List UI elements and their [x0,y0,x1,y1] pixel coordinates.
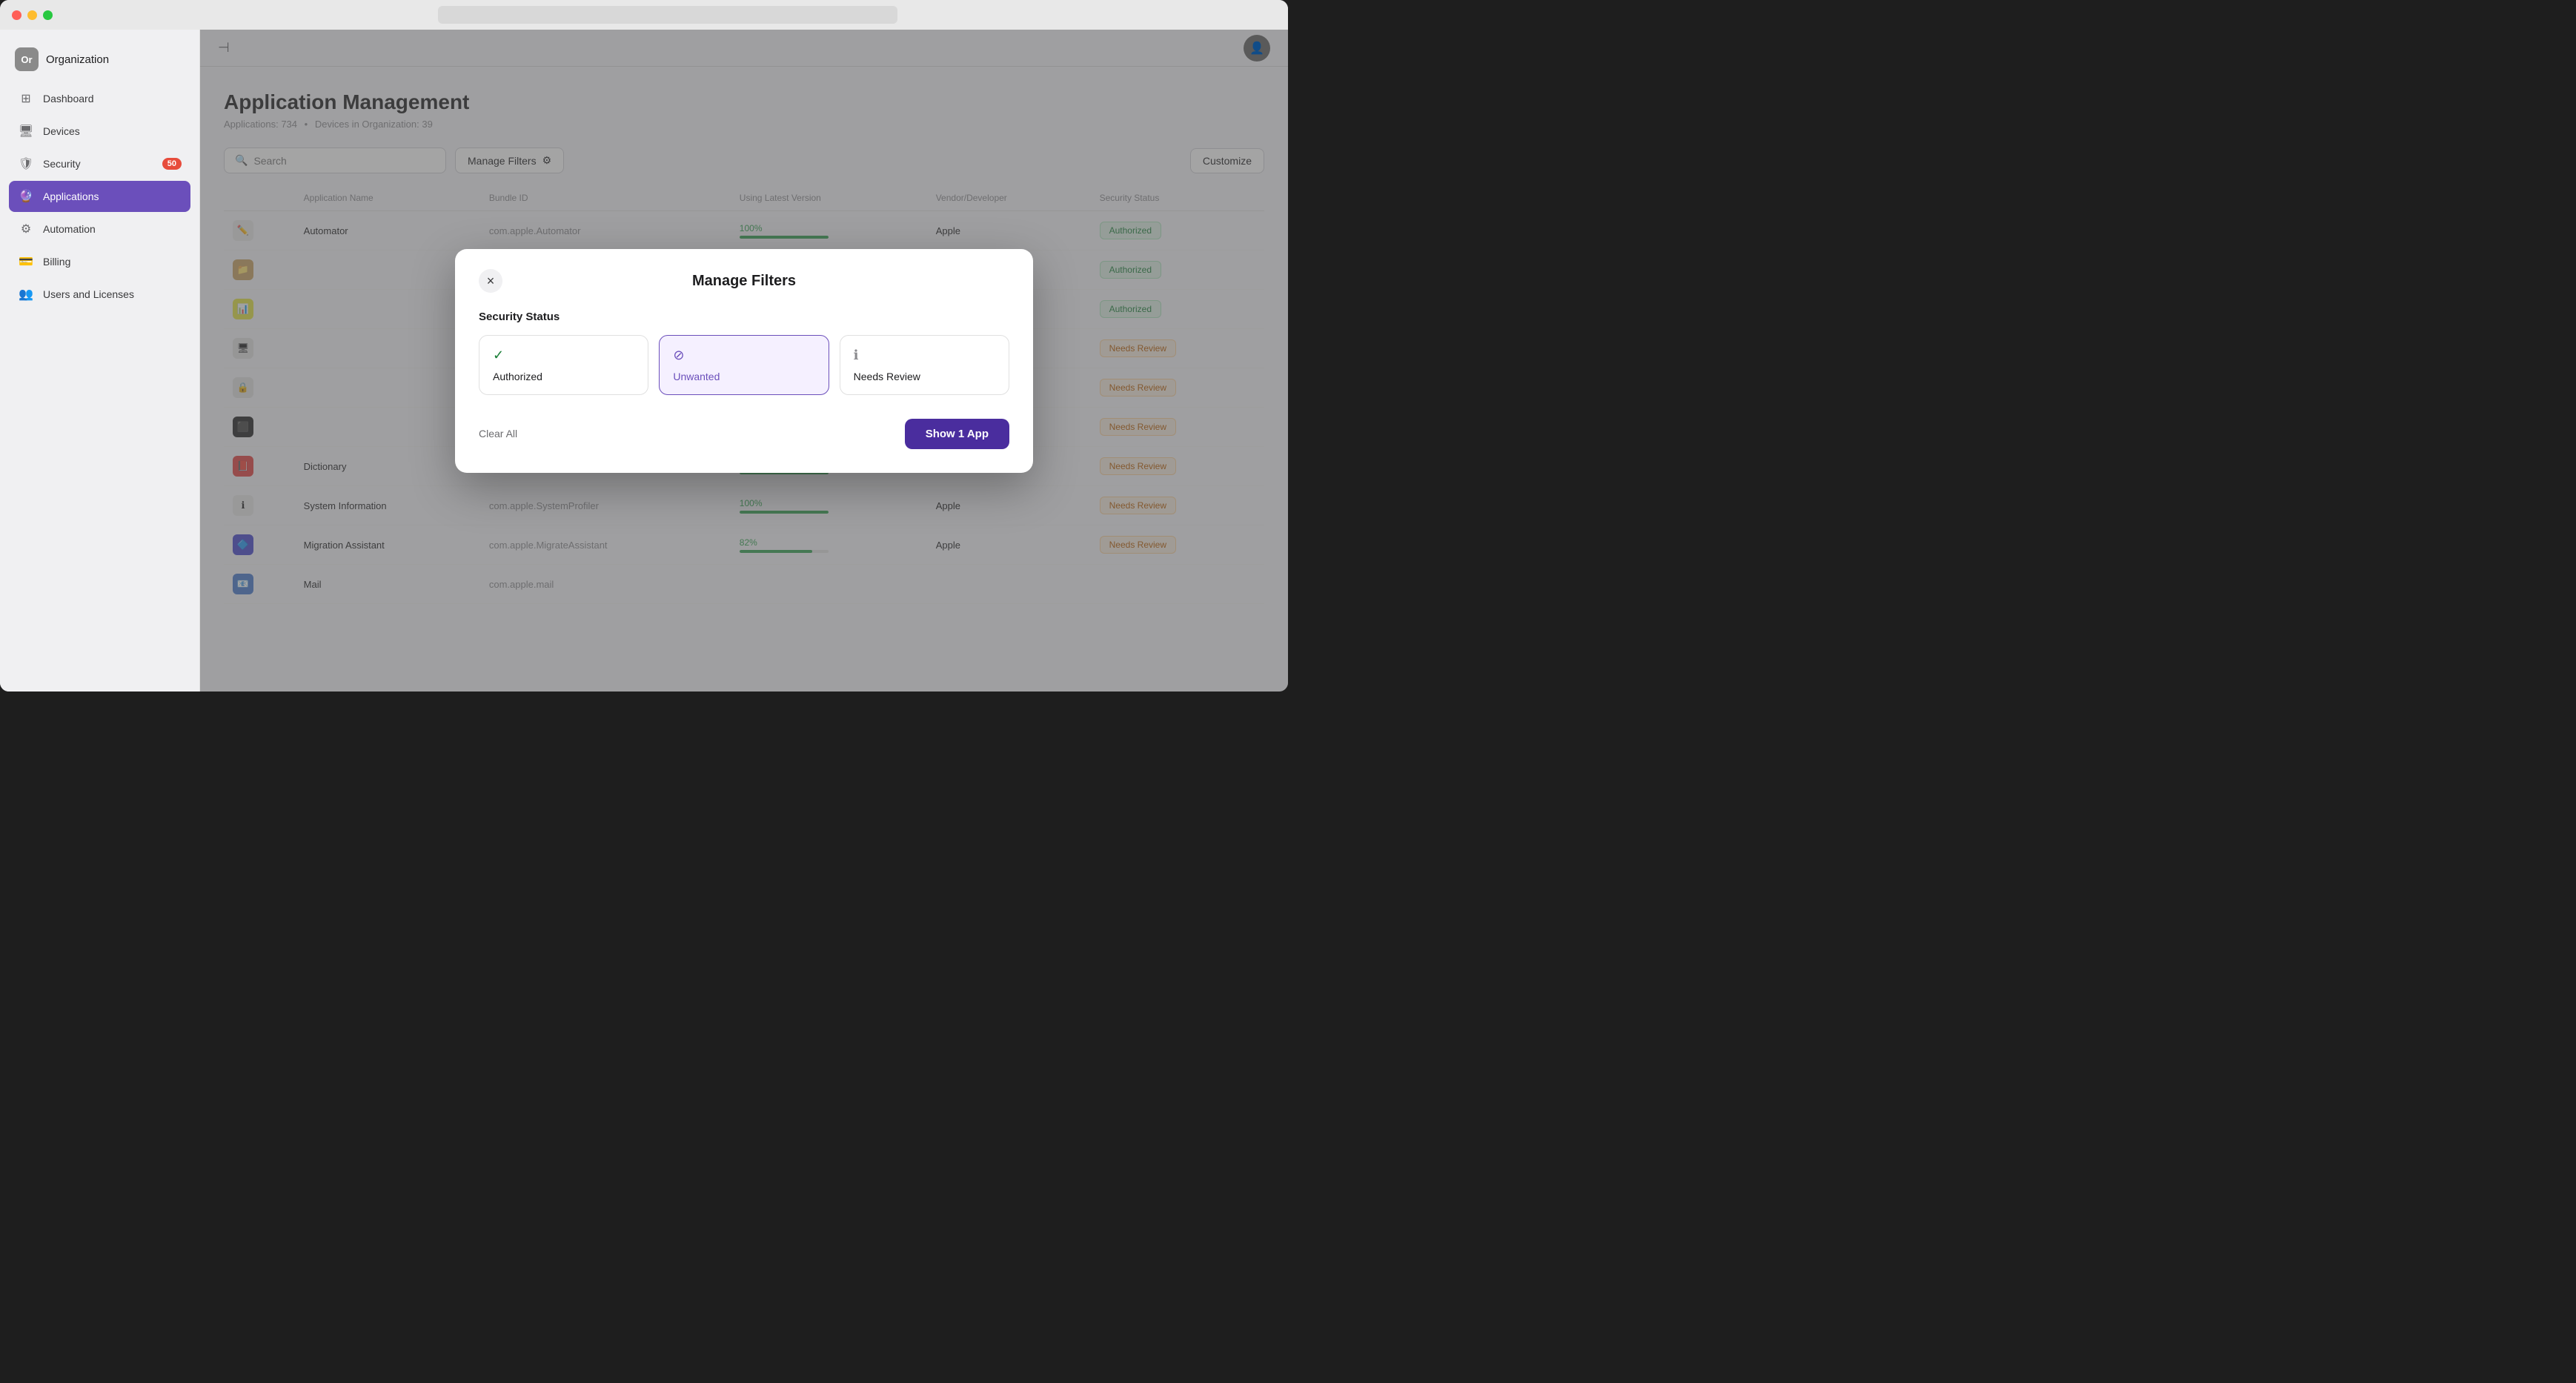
app-layout: Or Organization ⊞ Dashboard 🖥 Devices 🛡 … [0,30,1288,692]
modal-overlay: × Manage Filters Security Status ✓ Autho… [200,30,1288,692]
sidebar-item-label: Applications [43,190,99,202]
sidebar-item-label: Users and Licenses [43,288,134,300]
url-bar[interactable] [438,6,897,24]
filter-option-unwanted[interactable]: ⊘ Unwanted [659,335,829,395]
maximize-button[interactable] [43,10,53,20]
org-header: Or Organization [0,42,199,83]
needs-review-label: Needs Review [854,371,995,382]
unwanted-icon: ⊘ [673,348,814,363]
modal-title: Manage Filters [692,273,796,290]
sidebar-item-devices[interactable]: 🖥 Devices [9,116,190,147]
clear-all-button[interactable]: Clear All [479,428,517,440]
main-content: ⊣ 👤 Application Management Applications:… [200,30,1288,692]
sidebar-item-automation[interactable]: ⚙ Automation [9,213,190,245]
sidebar-item-billing[interactable]: 💳 Billing [9,246,190,277]
sidebar-item-label: Automation [43,223,96,235]
automation-icon: ⚙ [18,221,34,237]
app-window: Or Organization ⊞ Dashboard 🖥 Devices 🛡 … [0,0,1288,692]
sidebar-item-applications[interactable]: 🔮 Applications [9,181,190,212]
titlebar [0,0,1288,30]
unwanted-label: Unwanted [673,371,814,382]
filter-option-needs-review[interactable]: ℹ Needs Review [840,335,1009,395]
sidebar: Or Organization ⊞ Dashboard 🖥 Devices 🛡 … [0,30,200,692]
sidebar-item-label: Security [43,158,81,170]
dashboard-icon: ⊞ [18,90,34,107]
close-button[interactable] [12,10,21,20]
security-status-section-title: Security Status [479,311,1009,323]
devices-icon: 🖥 [18,123,34,139]
filter-option-authorized[interactable]: ✓ Authorized [479,335,648,395]
sidebar-item-label: Devices [43,125,80,137]
security-badge: 50 [162,158,182,170]
sidebar-item-label: Billing [43,256,70,268]
sidebar-navigation: ⊞ Dashboard 🖥 Devices 🛡 Security 50 🔮 Ap… [0,83,199,310]
billing-icon: 💳 [18,253,34,270]
modal-footer: Clear All Show 1 App [479,419,1009,449]
applications-icon: 🔮 [18,188,34,205]
manage-filters-modal: × Manage Filters Security Status ✓ Autho… [455,249,1033,473]
org-name: Organization [46,53,109,66]
filter-options: ✓ Authorized ⊘ Unwanted ℹ Needs Review [479,335,1009,395]
show-app-button[interactable]: Show 1 App [905,419,1009,449]
authorized-icon: ✓ [493,348,634,363]
modal-close-button[interactable]: × [479,269,502,293]
sidebar-item-users-and-licenses[interactable]: 👥 Users and Licenses [9,279,190,310]
modal-header: × Manage Filters [479,273,1009,290]
sidebar-item-dashboard[interactable]: ⊞ Dashboard [9,83,190,114]
authorized-label: Authorized [493,371,634,382]
minimize-button[interactable] [27,10,37,20]
sidebar-item-security[interactable]: 🛡 Security 50 [9,148,190,179]
review-icon: ℹ [854,348,995,363]
shield-icon: 🛡 [18,156,34,172]
sidebar-item-label: Dashboard [43,93,94,105]
org-avatar: Or [15,47,39,71]
users-icon: 👥 [18,286,34,302]
